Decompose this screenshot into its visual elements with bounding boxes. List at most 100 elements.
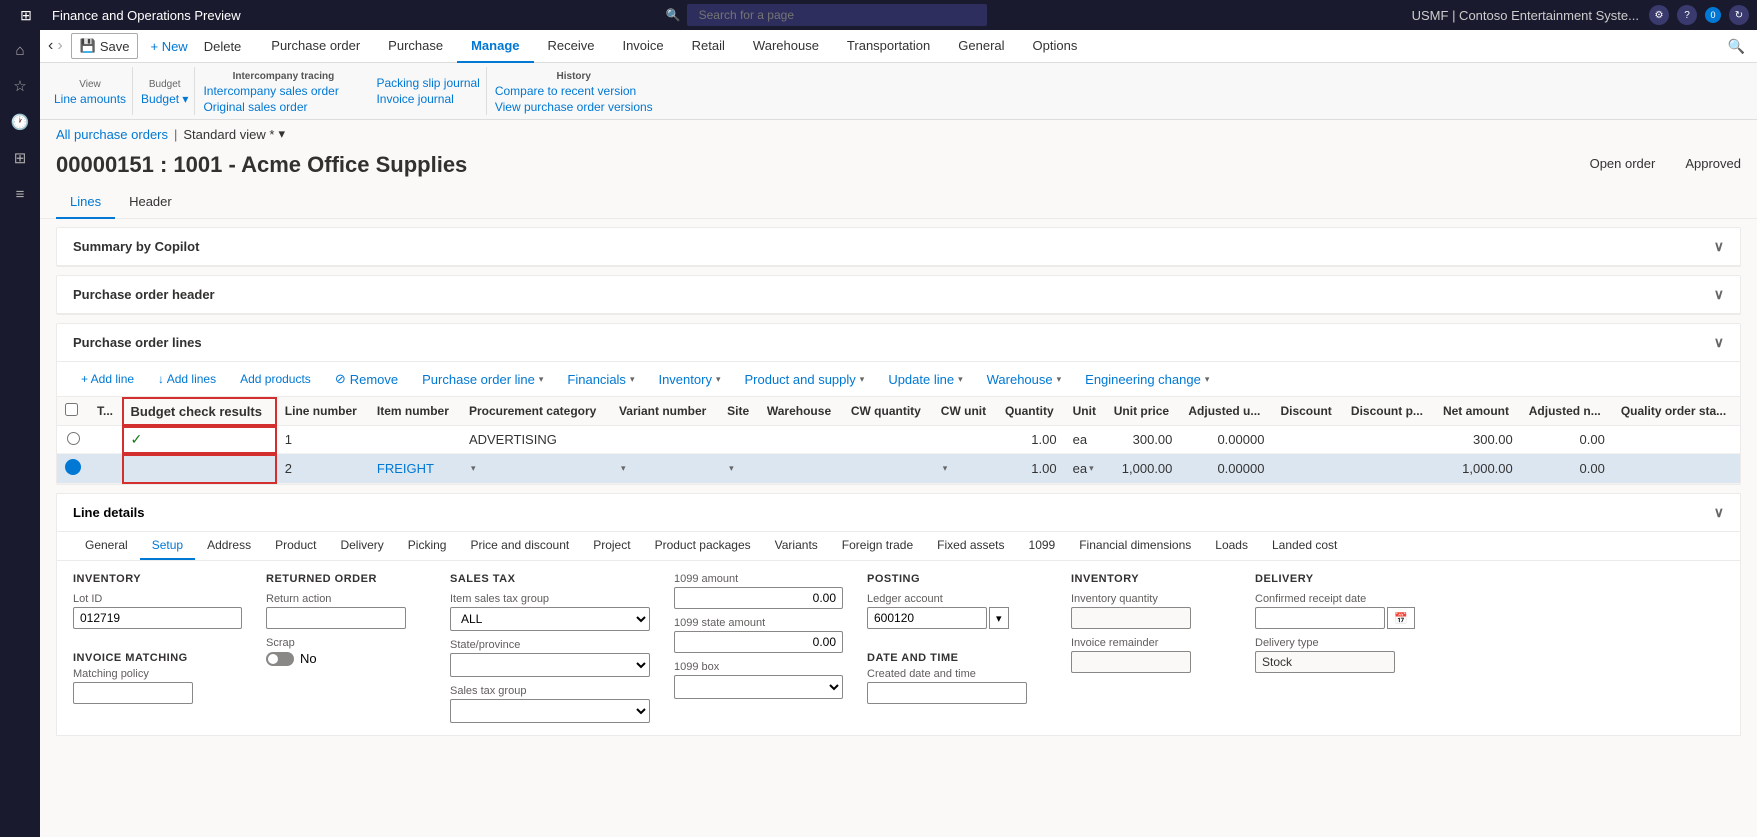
ld-tab-general[interactable]: General (73, 532, 140, 560)
ld-item-sales-tax-select[interactable]: ALL (450, 607, 650, 631)
tab-options[interactable]: Options (1019, 30, 1092, 63)
ld-tab-landed-cost[interactable]: Landed cost (1260, 532, 1349, 560)
ld-tab-address[interactable]: Address (195, 532, 263, 560)
tab-warehouse[interactable]: Warehouse (739, 30, 833, 63)
ld-tab-price-discount[interactable]: Price and discount (458, 532, 581, 560)
ledger-account-lookup-btn[interactable]: ▾ (989, 607, 1009, 629)
view-selector[interactable]: Standard view * ▾ (183, 126, 285, 142)
ld-tab-product[interactable]: Product (263, 532, 328, 560)
tab-header[interactable]: Header (115, 186, 186, 219)
financials-btn[interactable]: Financials ▾ (559, 369, 642, 390)
view-po-versions-link[interactable]: View purchase order versions (495, 100, 653, 114)
notification-badge[interactable]: 0 (1705, 7, 1721, 23)
ld-tab-1099[interactable]: 1099 (1017, 532, 1068, 560)
packing-slip-journal-link[interactable]: Packing slip journal (376, 76, 479, 90)
ld-created-datetime-label: Created date and time (867, 668, 1047, 680)
row2-item-number-link[interactable]: FREIGHT (377, 461, 434, 476)
remove-btn[interactable]: ⊘ Remove (327, 368, 406, 390)
add-lines-btn[interactable]: ↓ Add lines (150, 369, 224, 389)
tab-purchase[interactable]: Purchase (374, 30, 457, 63)
ld-sales-tax-group-select[interactable] (450, 699, 650, 723)
help-icon[interactable]: ? (1677, 5, 1697, 25)
forward-button[interactable]: › (57, 37, 62, 55)
update-line-btn[interactable]: Update line ▾ (880, 369, 970, 390)
ld-state-province-select[interactable] (450, 653, 650, 677)
new-button[interactable]: + New (142, 35, 195, 58)
ld-return-action-input[interactable] (266, 607, 406, 629)
ld-ledger-account-input[interactable] (867, 607, 987, 629)
purchase-order-line-btn[interactable]: Purchase order line ▾ (414, 369, 551, 390)
ld-tab-picking[interactable]: Picking (396, 532, 459, 560)
ld-1099-state-amount-input[interactable] (674, 631, 843, 653)
product-and-supply-btn[interactable]: Product and supply ▾ (736, 369, 872, 390)
inventory-btn[interactable]: Inventory ▾ (650, 369, 728, 390)
add-line-btn[interactable]: + Add line (73, 369, 142, 389)
ld-tab-foreign-trade[interactable]: Foreign trade (830, 532, 925, 560)
tab-manage[interactable]: Manage (457, 30, 533, 63)
tab-lines[interactable]: Lines (56, 186, 115, 219)
breadcrumb-link[interactable]: All purchase orders (56, 127, 168, 142)
sidebar-grid-icon[interactable]: ⊞ (2, 142, 38, 174)
back-button[interactable]: ‹ (48, 37, 53, 55)
sidebar-home-icon[interactable]: ⌂ (2, 34, 38, 66)
history-group: History Compare to recent version View p… (489, 67, 659, 115)
scrap-toggle-switch[interactable] (266, 652, 294, 666)
line-details-header[interactable]: Line details ∨ (57, 494, 1740, 532)
save-button[interactable]: 💾 Save (71, 33, 139, 59)
ld-delivery-type-input[interactable] (1255, 651, 1395, 673)
ld-tab-setup[interactable]: Setup (140, 532, 195, 560)
grid-icon[interactable]: ⊞ (8, 0, 44, 31)
ld-tab-delivery[interactable]: Delivery (328, 532, 395, 560)
ld-scrap-toggle[interactable]: No (266, 651, 426, 666)
ld-created-datetime-input[interactable] (867, 682, 1027, 704)
intercompany-sales-order-link[interactable]: Intercompany sales order (203, 84, 363, 98)
tab-retail[interactable]: Retail (678, 30, 739, 63)
ld-tab-project[interactable]: Project (581, 532, 642, 560)
engineering-change-btn[interactable]: Engineering change ▾ (1077, 369, 1217, 390)
tab-receive[interactable]: Receive (534, 30, 609, 63)
ld-tab-variants[interactable]: Variants (763, 532, 830, 560)
tab-purchase-order[interactable]: Purchase order (257, 30, 374, 63)
table-row[interactable]: ✓ 1 ADVERTISING 1.00 (57, 426, 1740, 454)
original-sales-order-link[interactable]: Original sales order (203, 100, 363, 114)
po-header-header[interactable]: Purchase order header ∨ (57, 276, 1740, 314)
tab-general[interactable]: General (944, 30, 1018, 63)
add-products-btn[interactable]: Add products (232, 369, 319, 389)
line-amounts-link[interactable]: Line amounts (54, 92, 126, 106)
col-unit-price-header: Unit price (1106, 397, 1181, 426)
purchase-order-line-chevron: ▾ (539, 374, 544, 385)
ld-tab-product-packages[interactable]: Product packages (643, 532, 763, 560)
invoice-journal-link[interactable]: Invoice journal (376, 92, 479, 106)
warehouse-btn[interactable]: Warehouse ▾ (979, 369, 1070, 390)
tab-transportation[interactable]: Transportation (833, 30, 944, 63)
ld-inventory-quantity-input[interactable] (1071, 607, 1191, 629)
compare-recent-link[interactable]: Compare to recent version (495, 84, 653, 98)
table-row[interactable]: 2 FREIGHT ▾ (57, 454, 1740, 484)
sidebar-recent-icon[interactable]: 🕐 (2, 106, 38, 138)
select-all-checkbox[interactable] (65, 403, 78, 416)
ld-tab-loads[interactable]: Loads (1203, 532, 1260, 560)
po-lines-header[interactable]: Purchase order lines ∨ (57, 324, 1740, 362)
ld-matching-policy-input[interactable] (73, 682, 193, 704)
summary-copilot-header[interactable]: Summary by Copilot ∨ (57, 228, 1740, 266)
ld-invoice-remainder-input[interactable] (1071, 651, 1191, 673)
tab-invoice[interactable]: Invoice (608, 30, 677, 63)
settings-icon[interactable]: ⚙ (1649, 5, 1669, 25)
ribbon-search-icon[interactable]: 🔍 (1724, 34, 1749, 59)
refresh-icon[interactable]: ↻ (1729, 5, 1749, 25)
ld-lot-id-input[interactable] (73, 607, 242, 629)
sidebar-menu-icon[interactable]: ≡ (2, 178, 38, 210)
ld-1099-box-select[interactable] (674, 675, 843, 699)
sidebar-star-icon[interactable]: ☆ (2, 70, 38, 102)
ld-confirmed-receipt-input[interactable] (1255, 607, 1385, 629)
ld-1099-amount-input[interactable] (674, 587, 843, 609)
confirmed-receipt-calendar-btn[interactable]: 📅 (1387, 607, 1415, 629)
row1-radio[interactable] (67, 432, 80, 445)
delete-button[interactable]: Delete (196, 35, 250, 58)
ld-tab-financial-dimensions[interactable]: Financial dimensions (1067, 532, 1203, 560)
budget-dropdown[interactable]: Budget ▾ (141, 92, 188, 106)
company-label: USMF | Contoso Entertainment Syste... (1412, 8, 1639, 23)
ld-tab-fixed-assets[interactable]: Fixed assets (925, 532, 1016, 560)
global-search-input[interactable] (687, 4, 987, 26)
row2-item-number[interactable]: FREIGHT (369, 454, 461, 484)
